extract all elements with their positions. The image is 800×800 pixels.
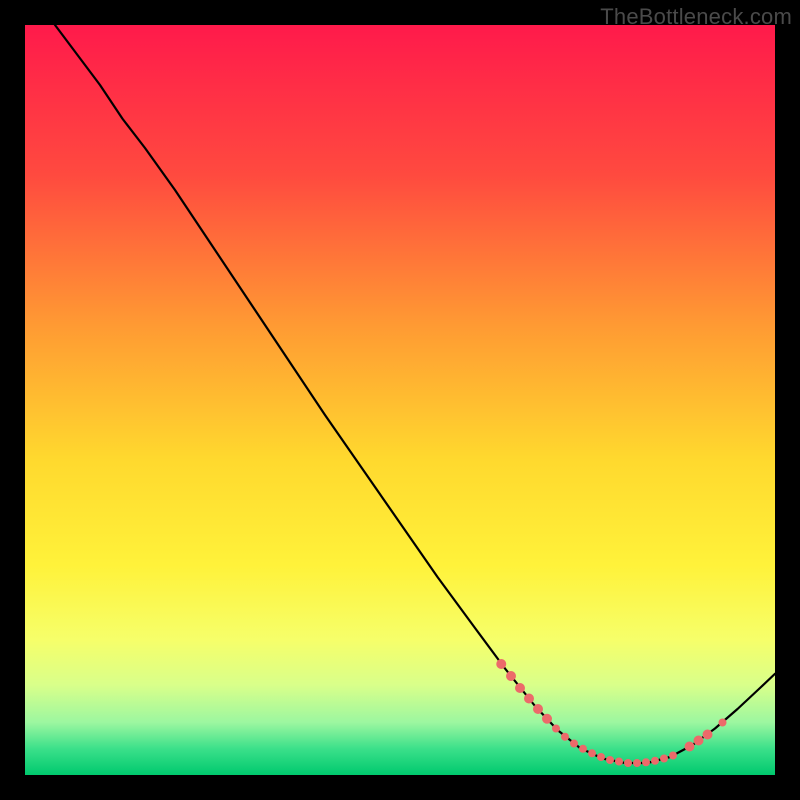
data-marker: [624, 759, 632, 767]
data-marker: [506, 671, 516, 681]
data-marker: [515, 683, 525, 693]
data-marker: [542, 714, 552, 724]
data-marker: [524, 694, 534, 704]
data-marker: [685, 742, 695, 752]
data-marker: [570, 740, 578, 748]
data-marker: [496, 659, 506, 669]
data-marker: [597, 753, 605, 761]
data-marker: [533, 704, 543, 714]
data-marker: [669, 752, 677, 760]
chart-svg: [25, 25, 775, 775]
data-marker: [561, 733, 569, 741]
plot-area: [25, 25, 775, 775]
data-marker: [694, 736, 704, 746]
data-marker: [615, 758, 623, 766]
data-marker: [651, 757, 659, 765]
chart-frame: TheBottleneck.com: [0, 0, 800, 800]
watermark-text: TheBottleneck.com: [600, 4, 792, 30]
data-marker: [660, 755, 668, 763]
data-marker: [606, 756, 614, 764]
data-marker: [552, 725, 560, 733]
data-marker: [719, 719, 727, 727]
data-marker: [588, 749, 596, 757]
data-marker: [579, 745, 587, 753]
data-marker: [633, 759, 641, 767]
data-marker: [642, 758, 650, 766]
data-marker: [703, 730, 713, 740]
